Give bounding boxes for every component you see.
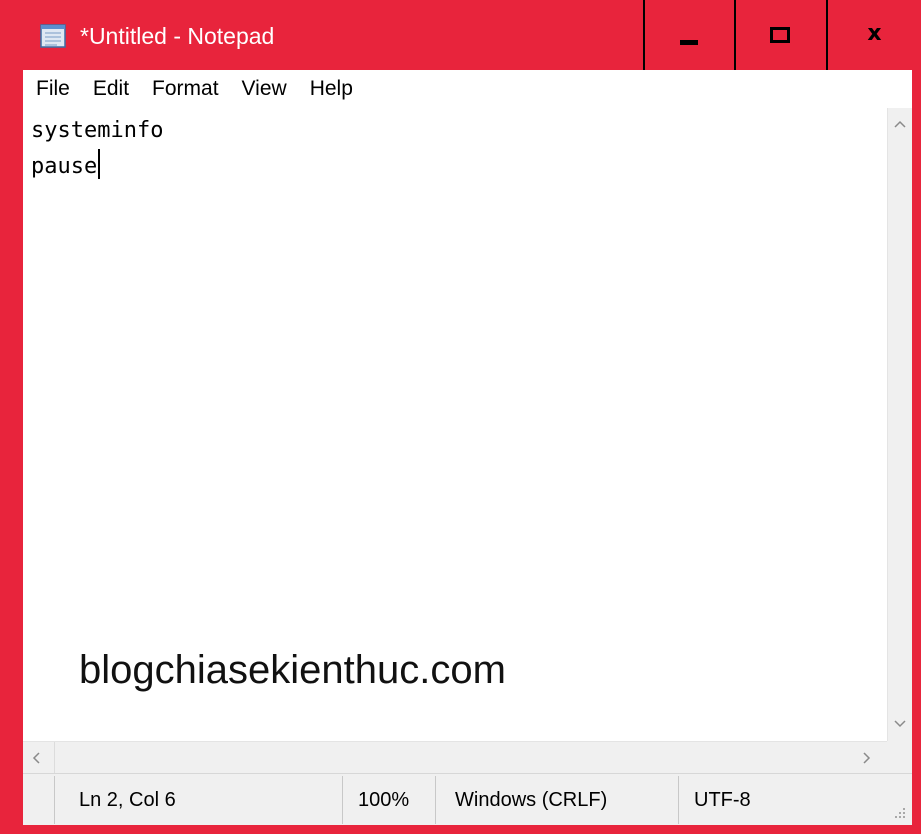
editor-line-with-caret: pause	[31, 149, 163, 185]
status-divider	[435, 776, 436, 824]
minimize-button[interactable]	[645, 0, 733, 70]
status-encoding: UTF-8	[694, 788, 751, 811]
editor-line: pause	[31, 154, 98, 179]
status-divider	[342, 776, 343, 824]
text-caret	[98, 149, 101, 179]
title-bar[interactable]: *Untitled - Notepad x	[0, 0, 921, 70]
text-editor[interactable]: systeminfo pause blogchiasekienthuc.com	[23, 108, 887, 741]
editor-line: systeminfo	[31, 118, 164, 143]
close-icon: x	[867, 20, 882, 46]
status-position: Ln 2, Col 6	[79, 788, 176, 811]
menu-help[interactable]: Help	[310, 74, 353, 104]
resize-grip-icon[interactable]	[892, 805, 906, 819]
menu-bar: File Edit Format View Help	[23, 70, 912, 108]
scrollbar-divider	[54, 742, 55, 774]
menu-edit[interactable]: Edit	[93, 74, 129, 104]
horizontal-scrollbar[interactable]	[23, 741, 887, 774]
status-line-ending: Windows (CRLF)	[455, 788, 608, 811]
maximize-button[interactable]	[736, 0, 824, 70]
scroll-left-icon[interactable]	[32, 752, 40, 764]
status-zoom: 100%	[358, 788, 410, 811]
close-button[interactable]: x	[828, 0, 921, 70]
menu-format[interactable]: Format	[152, 74, 219, 104]
menu-view[interactable]: View	[242, 74, 287, 104]
minimize-icon	[680, 39, 698, 45]
watermark-text: blogchiasekienthuc.com	[79, 648, 506, 692]
status-bar: Ln 2, Col 6 100% Windows (CRLF) UTF-8	[23, 773, 912, 825]
scroll-right-icon[interactable]	[863, 752, 871, 764]
scrollbar-corner	[887, 741, 912, 773]
maximize-icon	[770, 27, 790, 43]
status-divider	[678, 776, 679, 824]
vertical-scrollbar[interactable]	[887, 108, 912, 741]
window-title: *Untitled - Notepad	[80, 23, 275, 49]
menu-file[interactable]: File	[36, 74, 70, 104]
scroll-up-icon[interactable]	[894, 120, 906, 128]
editor-content[interactable]: systeminfo pause	[31, 113, 163, 185]
notepad-icon	[40, 24, 66, 48]
scroll-down-icon[interactable]	[894, 720, 906, 728]
notepad-window: *Untitled - Notepad x File Edit Format V…	[0, 0, 921, 834]
status-divider	[54, 776, 55, 824]
